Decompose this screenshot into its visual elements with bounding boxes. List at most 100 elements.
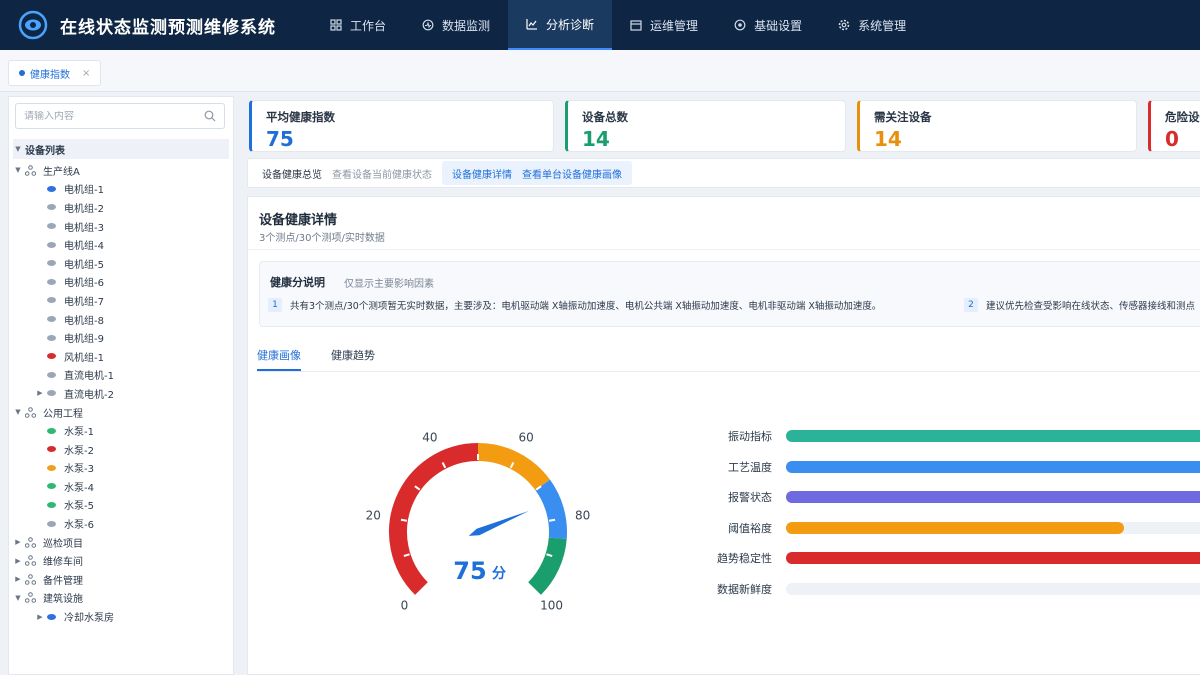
tree-device-item[interactable]: 水泵-2 xyxy=(13,440,229,459)
nav-item-5[interactable]: 系统管理 xyxy=(820,0,924,50)
tree-device-item[interactable]: 电机组-1 xyxy=(13,180,229,199)
section-tabs: 设备健康总览 查看设备当前健康状态 设备健康详情 查看单台设备健康画像 xyxy=(247,158,1200,188)
tab-health-overview[interactable]: 设备健康总览 查看设备当前健康状态 xyxy=(252,161,442,185)
caret-right-icon[interactable]: ▶ xyxy=(35,613,45,621)
caret-down-icon[interactable]: ▼ xyxy=(13,408,23,416)
factor-label: 数据新鲜度 xyxy=(717,582,772,596)
tree-device-item[interactable]: 水泵-1 xyxy=(13,421,229,440)
factor-bar-fill xyxy=(786,552,1200,565)
tree-device-label: 直流电机-2 xyxy=(64,389,114,401)
tree-device-label: 电机组-8 xyxy=(64,315,104,327)
device-status-icon xyxy=(47,316,56,323)
tree-device-item[interactable]: 电机组-5 xyxy=(13,254,229,273)
gauge-tick-label: 20 xyxy=(366,508,381,522)
gauge-tick-label: 80 xyxy=(575,508,590,522)
factor-bar-track xyxy=(786,552,1200,565)
factor-bar-track xyxy=(786,582,1200,595)
device-tree: ▼ 设备列表 ▼ 生产线A 电机组-1 电机组-2 电机组-3 电机组-4 电机组-5 电机组-6… xyxy=(13,139,229,626)
device-status-icon xyxy=(47,260,56,267)
tree-group-label: 巡检项目 xyxy=(43,538,83,550)
device-status-icon xyxy=(47,185,56,192)
factor-bar-fill xyxy=(786,460,1200,473)
profile-subtabs: 健康画像 健康趋势 xyxy=(257,347,405,371)
tree-device-item[interactable]: 风机组-1 xyxy=(13,347,229,366)
device-status-icon xyxy=(47,371,56,378)
tree-device-item[interactable]: 电机组-2 xyxy=(13,198,229,217)
group-node-icon xyxy=(25,164,36,176)
factor-bar-track xyxy=(786,521,1200,534)
explanation-number: 2 xyxy=(964,298,978,312)
gear-icon xyxy=(838,19,850,31)
caret-right-icon[interactable]: ▶ xyxy=(13,557,23,565)
nav-item-1[interactable]: 数据监测 xyxy=(404,0,508,50)
search-icon[interactable] xyxy=(204,110,216,122)
tree-device-item[interactable]: 水泵-3 xyxy=(13,459,229,478)
device-status-icon xyxy=(47,483,56,490)
nav-item-label: 运维管理 xyxy=(650,18,699,33)
factor-bar-track xyxy=(786,460,1200,473)
device-sidebar: ▼设备列表▼生产线A电机组-1电机组-2电机组-3电机组-4电机组-5电机组-6… xyxy=(8,96,234,675)
main-content: 平均健康指数 75 设备总数 14 需关注设备 14 危险设备 0 设备健康总览… xyxy=(240,96,1200,675)
tab-health-detail[interactable]: 设备健康详情 查看单台设备健康画像 xyxy=(442,161,632,185)
active-tab-dot xyxy=(19,70,25,76)
caret-right-icon[interactable]: ▶ xyxy=(13,575,23,583)
grid-icon xyxy=(330,19,342,31)
tree-group[interactable]: ▶ 备件管理 xyxy=(13,570,229,589)
nav-item-3[interactable]: 运维管理 xyxy=(612,0,716,50)
tree-device-item[interactable]: 水泵-5 xyxy=(13,496,229,515)
stat-card-label: 设备总数 xyxy=(582,110,628,124)
tree-group[interactable]: ▼ 生产线A xyxy=(13,161,229,180)
tree-device-item[interactable]: 直流电机-1 xyxy=(13,366,229,385)
tree-group[interactable]: ▼ 建筑设施 xyxy=(13,589,229,608)
tree-device-item[interactable]: 电机组-8 xyxy=(13,310,229,329)
app-logo[interactable]: 在线状态监测预测维修系统 xyxy=(0,10,312,40)
tree-device-item[interactable]: 电机组-7 xyxy=(13,291,229,310)
gauge-tick-label: 40 xyxy=(422,431,437,445)
page-tab-strip: 健康指数 × xyxy=(0,50,1200,92)
close-tab-icon[interactable]: × xyxy=(82,68,90,79)
factor-row: 工艺温度 xyxy=(698,452,1200,483)
caret-right-icon[interactable]: ▶ xyxy=(35,389,45,397)
tab-health-trend[interactable]: 健康趋势 xyxy=(331,347,375,371)
caret-down-icon[interactable]: ▼ xyxy=(13,145,23,153)
page-tab-health-index[interactable]: 健康指数 × xyxy=(8,60,102,86)
tree-device-item[interactable]: 电机组-3 xyxy=(13,217,229,236)
tab-desc: 查看单台设备健康画像 xyxy=(522,169,622,181)
factor-bar-track xyxy=(786,491,1200,504)
tree-group[interactable]: ▼ 公用工程 xyxy=(13,403,229,422)
search-input[interactable] xyxy=(24,110,194,122)
tree-root[interactable]: ▼ 设备列表 xyxy=(13,139,229,159)
tree-device-item[interactable]: 电机组-4 xyxy=(13,235,229,254)
factor-bar-track xyxy=(786,430,1200,443)
tab-health-profile[interactable]: 健康画像 xyxy=(257,347,301,371)
caret-down-icon[interactable]: ▼ xyxy=(13,166,23,174)
tree-device-item[interactable]: 水泵-4 xyxy=(13,477,229,496)
caret-right-icon[interactable]: ▶ xyxy=(13,538,23,546)
tree-device-item[interactable]: 水泵-6 xyxy=(13,514,229,533)
tree-group[interactable]: ▶ 维修车间 xyxy=(13,551,229,570)
nav-item-0[interactable]: 工作台 xyxy=(312,0,404,50)
monitor-icon xyxy=(422,19,434,31)
panel-subtitle: 3个测点/30个测项/实时数据 xyxy=(259,233,385,244)
tree-device-label: 风机组-1 xyxy=(64,352,104,364)
device-status-icon xyxy=(47,520,56,527)
tree-device-item[interactable]: 电机组-6 xyxy=(13,273,229,292)
tree-root-label: 设备列表 xyxy=(25,145,65,157)
tree-device-item[interactable]: 电机组-9 xyxy=(13,328,229,347)
top-navigation-bar: 在线状态监测预测维修系统 工作台 数据监测 分析诊断 运维管理 基础设置 系统管理 xyxy=(0,0,1200,50)
tree-group[interactable]: ▶ 巡检项目 xyxy=(13,533,229,552)
tree-device-item[interactable]: ▶ 直流电机-2 xyxy=(13,384,229,403)
device-status-icon xyxy=(47,297,56,304)
tree-device-label: 水泵-5 xyxy=(64,501,94,513)
nav-item-4[interactable]: 基础设置 xyxy=(716,0,820,50)
nav-item-2[interactable]: 分析诊断 xyxy=(508,0,613,50)
device-status-icon xyxy=(47,613,56,620)
tab-desc: 查看设备当前健康状态 xyxy=(332,169,432,181)
tree-device-item[interactable]: ▶ 冷却水泵房 xyxy=(13,607,229,626)
device-status-icon xyxy=(47,241,56,248)
tab-label: 设备健康详情 xyxy=(452,169,512,181)
page-tab-label: 健康指数 xyxy=(30,69,70,81)
tree-group-label: 维修车间 xyxy=(43,557,83,569)
tree-device-label: 电机组-3 xyxy=(64,222,104,234)
caret-down-icon[interactable]: ▼ xyxy=(13,594,23,602)
